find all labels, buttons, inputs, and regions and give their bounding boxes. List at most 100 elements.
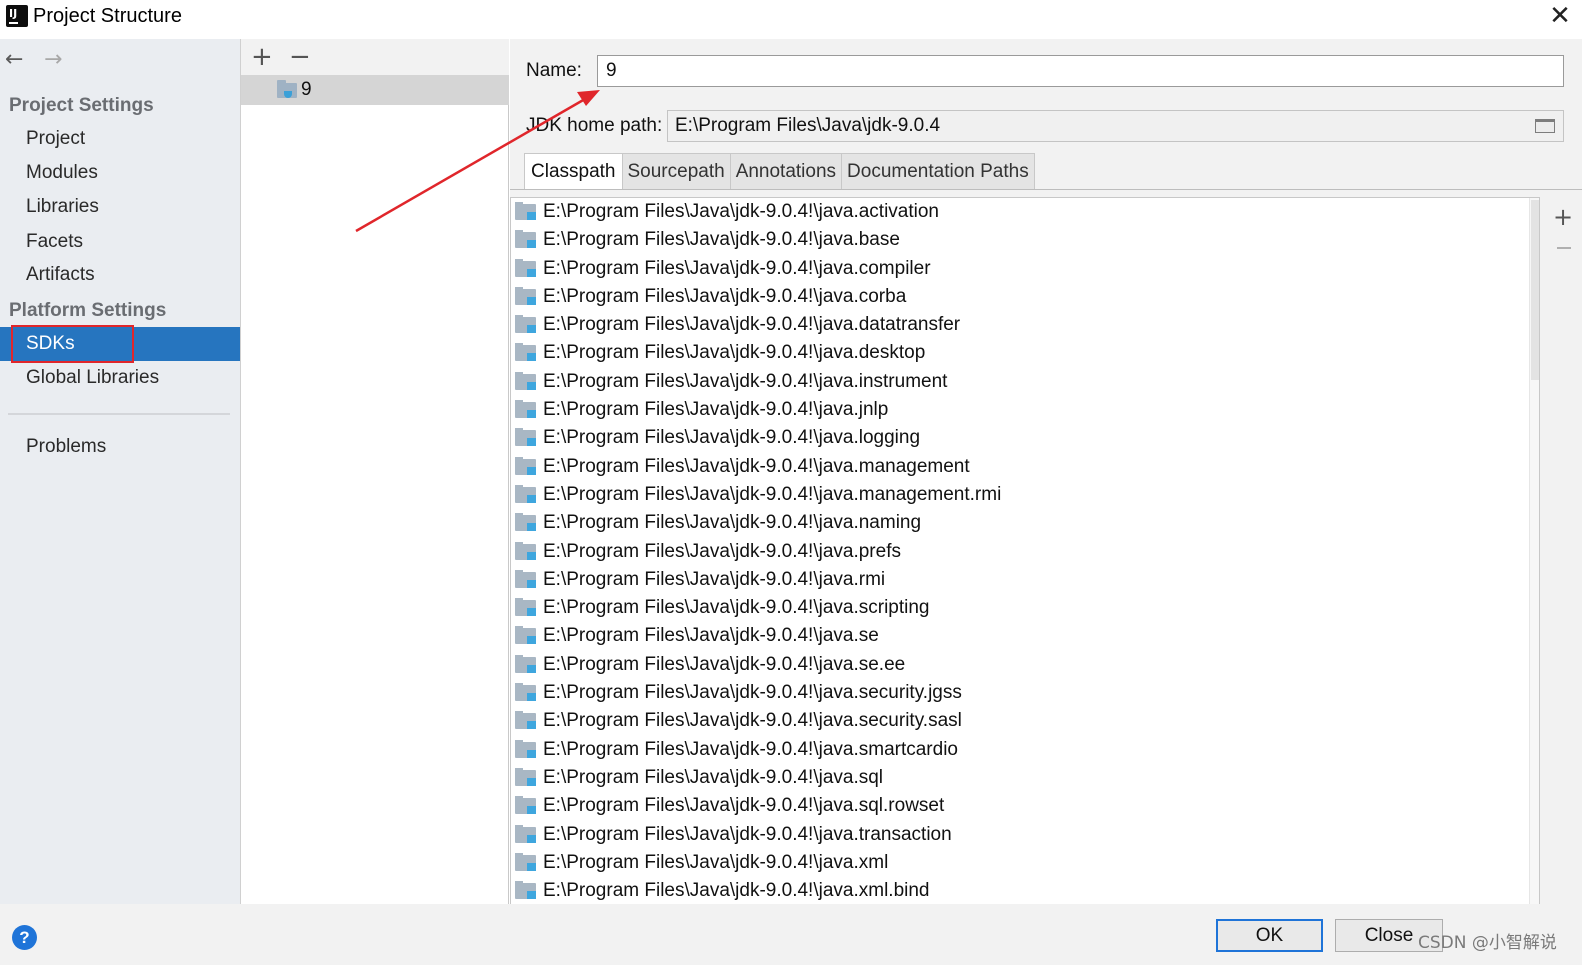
jar-library-icon	[515, 824, 536, 843]
classpath-entry[interactable]: E:\Program Files\Java\jdk-9.0.4!\java.rm…	[511, 566, 1539, 594]
annotation-highlight-box	[11, 325, 134, 363]
classpath-entry[interactable]: E:\Program Files\Java\jdk-9.0.4!\java.xm…	[511, 877, 1539, 904]
classpath-entry[interactable]: E:\Program Files\Java\jdk-9.0.4!\java.sm…	[511, 736, 1539, 764]
jar-library-icon	[515, 343, 536, 362]
classpath-scrollbar[interactable]	[1529, 198, 1539, 904]
jar-library-icon	[515, 258, 536, 277]
classpath-entry[interactable]: E:\Program Files\Java\jdk-9.0.4!\java.co…	[511, 255, 1539, 283]
scrollbar-thumb[interactable]	[1531, 200, 1539, 380]
forward-arrow-icon[interactable]: →	[44, 47, 62, 72]
classpath-entry[interactable]: E:\Program Files\Java\jdk-9.0.4!\java.na…	[511, 509, 1539, 537]
jar-library-icon	[515, 428, 536, 447]
jar-library-icon	[515, 598, 536, 617]
ok-button[interactable]: OK	[1216, 919, 1323, 952]
watermark-text: CSDN @小智解说	[1418, 933, 1557, 953]
classpath-entry[interactable]: E:\Program Files\Java\jdk-9.0.4!\java.tr…	[511, 821, 1539, 849]
name-label: Name:	[526, 60, 582, 81]
tab-classpath[interactable]: Classpath	[524, 153, 623, 190]
classpath-entry-label: E:\Program Files\Java\jdk-9.0.4!\java.rm…	[543, 568, 886, 590]
dialog-footer: ? OK Close CSDN @小智解说	[0, 904, 1582, 965]
jar-library-icon	[515, 881, 536, 900]
add-sdk-button[interactable]: +	[251, 42, 273, 72]
classpath-entry-label: E:\Program Files\Java\jdk-9.0.4!\java.ba…	[543, 229, 900, 251]
title-bar: IJ Project Structure ✕	[0, 0, 1582, 36]
classpath-entry[interactable]: E:\Program Files\Java\jdk-9.0.4!\java.se…	[511, 707, 1539, 735]
classpath-entry[interactable]: E:\Program Files\Java\jdk-9.0.4!\java.jn…	[511, 396, 1539, 424]
classpath-entry[interactable]: E:\Program Files\Java\jdk-9.0.4!\java.da…	[511, 311, 1539, 339]
classpath-entry-label: E:\Program Files\Java\jdk-9.0.4!\java.ma…	[543, 483, 1002, 505]
classpath-entry-label: E:\Program Files\Java\jdk-9.0.4!\java.in…	[543, 370, 948, 392]
classpath-entry-label: E:\Program Files\Java\jdk-9.0.4!\java.co…	[543, 257, 931, 279]
jar-library-icon	[515, 569, 536, 588]
jar-library-icon	[515, 541, 536, 560]
classpath-entry[interactable]: E:\Program Files\Java\jdk-9.0.4!\java.se…	[511, 679, 1539, 707]
classpath-entry[interactable]: E:\Program Files\Java\jdk-9.0.4!\java.ma…	[511, 453, 1539, 481]
sdk-name-input[interactable]: 9	[597, 55, 1564, 87]
sidebar-item-global-libraries[interactable]: Global Libraries	[0, 361, 240, 395]
jar-library-icon	[515, 202, 536, 220]
jar-library-icon	[515, 315, 536, 334]
help-icon[interactable]: ?	[12, 925, 37, 950]
jar-library-icon	[515, 654, 536, 673]
sidebar-item-artifacts[interactable]: Artifacts	[0, 258, 240, 292]
classpath-entry-label: E:\Program Files\Java\jdk-9.0.4!\java.sq…	[543, 766, 884, 788]
classpath-entry-label: E:\Program Files\Java\jdk-9.0.4!\java.tr…	[543, 823, 952, 845]
classpath-entry[interactable]: E:\Program Files\Java\jdk-9.0.4!\java.sq…	[511, 792, 1539, 820]
sidebar-item-problems[interactable]: Problems	[0, 430, 240, 464]
close-window-icon[interactable]: ✕	[1546, 2, 1574, 30]
sidebar-item-modules[interactable]: Modules	[0, 156, 240, 190]
classpath-entry[interactable]: E:\Program Files\Java\jdk-9.0.4!\java.ac…	[511, 198, 1539, 226]
project-settings-header: Project Settings	[9, 95, 154, 116]
back-arrow-icon[interactable]: ←	[5, 47, 23, 72]
classpath-entry[interactable]: E:\Program Files\Java\jdk-9.0.4!\java.sc…	[511, 594, 1539, 622]
classpath-side-toolbar: +	[1541, 197, 1582, 904]
jar-library-icon	[515, 456, 536, 475]
jar-library-icon	[515, 711, 536, 730]
sidebar-item-facets[interactable]: Facets	[0, 225, 240, 259]
sdk-details-panel: Name: 9 JDK home path: E:\Program Files\…	[510, 39, 1582, 904]
classpath-entry[interactable]: E:\Program Files\Java\jdk-9.0.4!\java.se	[511, 622, 1539, 650]
sidebar-item-project[interactable]: Project	[0, 122, 240, 156]
classpath-entry[interactable]: E:\Program Files\Java\jdk-9.0.4!\java.in…	[511, 368, 1539, 396]
sidebar-item-libraries[interactable]: Libraries	[0, 190, 240, 224]
classpath-entry[interactable]: E:\Program Files\Java\jdk-9.0.4!\java.pr…	[511, 538, 1539, 566]
classpath-entry[interactable]: E:\Program Files\Java\jdk-9.0.4!\java.lo…	[511, 424, 1539, 452]
classpath-entry[interactable]: E:\Program Files\Java\jdk-9.0.4!\java.ma…	[511, 481, 1539, 509]
classpath-entry[interactable]: E:\Program Files\Java\jdk-9.0.4!\java.co…	[511, 283, 1539, 311]
remove-classpath-button[interactable]	[1557, 247, 1571, 249]
intellij-idea-icon: IJ	[4, 3, 30, 29]
classpath-entry-label: E:\Program Files\Java\jdk-9.0.4!\java.se	[543, 625, 879, 647]
classpath-entry-label: E:\Program Files\Java\jdk-9.0.4!\java.pr…	[543, 540, 901, 562]
jar-library-icon	[515, 513, 536, 532]
classpath-entry-label: E:\Program Files\Java\jdk-9.0.4!\java.se…	[543, 653, 906, 675]
classpath-entry[interactable]: E:\Program Files\Java\jdk-9.0.4!\java.ba…	[511, 226, 1539, 254]
classpath-entry[interactable]: E:\Program Files\Java\jdk-9.0.4!\java.de…	[511, 339, 1539, 367]
classpath-list[interactable]: E:\Program Files\Java\jdk-9.0.4!\java.ac…	[510, 197, 1540, 904]
jdk-home-path-field[interactable]: E:\Program Files\Java\jdk-9.0.4	[667, 110, 1564, 142]
classpath-entry[interactable]: E:\Program Files\Java\jdk-9.0.4!\java.sq…	[511, 764, 1539, 792]
sdk-list-item-label: 9	[301, 79, 312, 100]
classpath-entry-label: E:\Program Files\Java\jdk-9.0.4!\java.sq…	[543, 795, 945, 817]
folder-open-icon[interactable]	[1535, 119, 1555, 133]
remove-sdk-button[interactable]: −	[289, 42, 311, 72]
sdk-path-tabs: Classpath Sourcepath Annotations Documen…	[524, 153, 1035, 190]
window-title: Project Structure	[33, 5, 182, 27]
tab-sourcepath[interactable]: Sourcepath	[621, 153, 731, 190]
tab-documentation-paths[interactable]: Documentation Paths	[841, 153, 1035, 190]
classpath-entry-label: E:\Program Files\Java\jdk-9.0.4!\java.ac…	[543, 201, 940, 222]
add-classpath-button[interactable]: +	[1553, 203, 1573, 231]
jar-library-icon	[515, 484, 536, 503]
jar-library-icon	[515, 796, 536, 815]
classpath-entry-label: E:\Program Files\Java\jdk-9.0.4!\java.xm…	[543, 851, 889, 873]
classpath-entry-label: E:\Program Files\Java\jdk-9.0.4!\java.jn…	[543, 399, 889, 421]
tab-annotations[interactable]: Annotations	[729, 153, 843, 190]
sidebar-divider	[8, 413, 230, 415]
sidebar-item-sdks[interactable]: SDKs	[0, 325, 240, 363]
classpath-entry[interactable]: E:\Program Files\Java\jdk-9.0.4!\java.xm…	[511, 849, 1539, 877]
jar-library-icon	[515, 767, 536, 786]
classpath-entry-label: E:\Program Files\Java\jdk-9.0.4!\java.na…	[543, 512, 922, 534]
sdk-list-item[interactable]: 9	[241, 75, 509, 105]
jar-library-icon	[515, 400, 536, 419]
jar-library-icon	[515, 286, 536, 305]
classpath-entry[interactable]: E:\Program Files\Java\jdk-9.0.4!\java.se…	[511, 651, 1539, 679]
